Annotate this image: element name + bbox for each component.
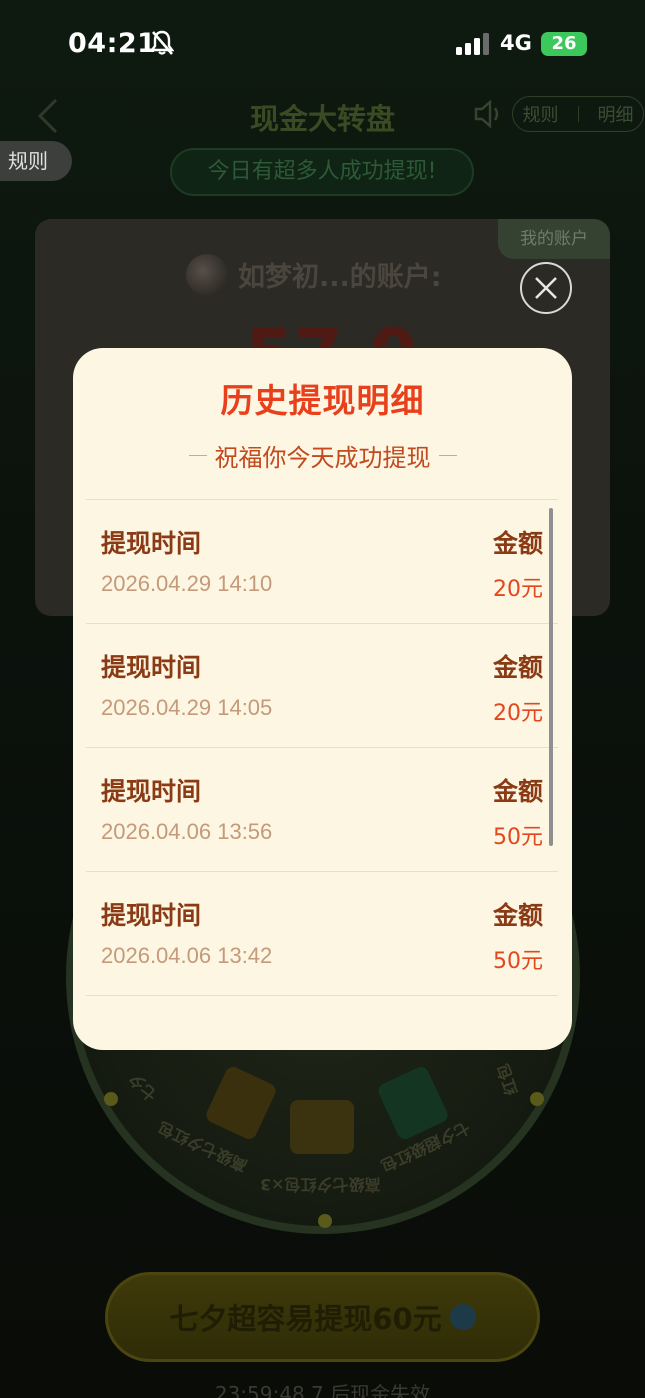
record-amount-label: 金额 [492,653,543,682]
scrollbar[interactable] [549,508,553,846]
record-time-label: 提现时间 [101,777,202,806]
close-icon [535,277,557,299]
record-amount: 20元 [493,701,543,726]
divider [188,455,207,456]
withdraw-record-list[interactable]: 提现时间 2026.04.29 14:10 金额 20元 提现时间 2026.0… [86,499,558,996]
record-amount: 50元 [493,825,543,850]
record-time-label: 提现时间 [101,901,202,930]
list-item: 提现时间 2026.04.29 14:10 金额 20元 [86,500,558,624]
record-amount: 50元 [493,949,543,974]
record-amount-label: 金额 [492,777,543,806]
record-amount: 20元 [493,577,543,602]
close-button[interactable] [520,262,572,314]
record-time: 2026.04.29 14:05 [101,695,273,720]
list-item: 提现时间 2026.04.06 13:42 金额 50元 [86,872,558,996]
record-time: 2026.04.06 13:56 [101,819,273,844]
withdraw-history-modal: 历史提现明细 祝福你今天成功提现 提现时间 2026.04.29 14:10 金… [73,348,572,1050]
list-item: 提现时间 2026.04.06 13:56 金额 50元 [86,748,558,872]
modal-title: 历史提现明细 [220,381,425,420]
record-time: 2026.04.06 13:42 [101,943,273,968]
modal-subtitle: 祝福你今天成功提现 [73,438,572,473]
record-time-label: 提现时间 [101,529,202,558]
record-time: 2026.04.29 14:10 [101,571,273,596]
list-item: 提现时间 2026.04.29 14:05 金额 20元 [86,624,558,748]
record-amount-label: 金额 [492,529,543,558]
record-amount-label: 金额 [492,901,543,930]
record-time-label: 提现时间 [101,653,202,682]
divider [438,455,457,456]
subtitle-text: 祝福你今天成功提现 [214,444,431,472]
